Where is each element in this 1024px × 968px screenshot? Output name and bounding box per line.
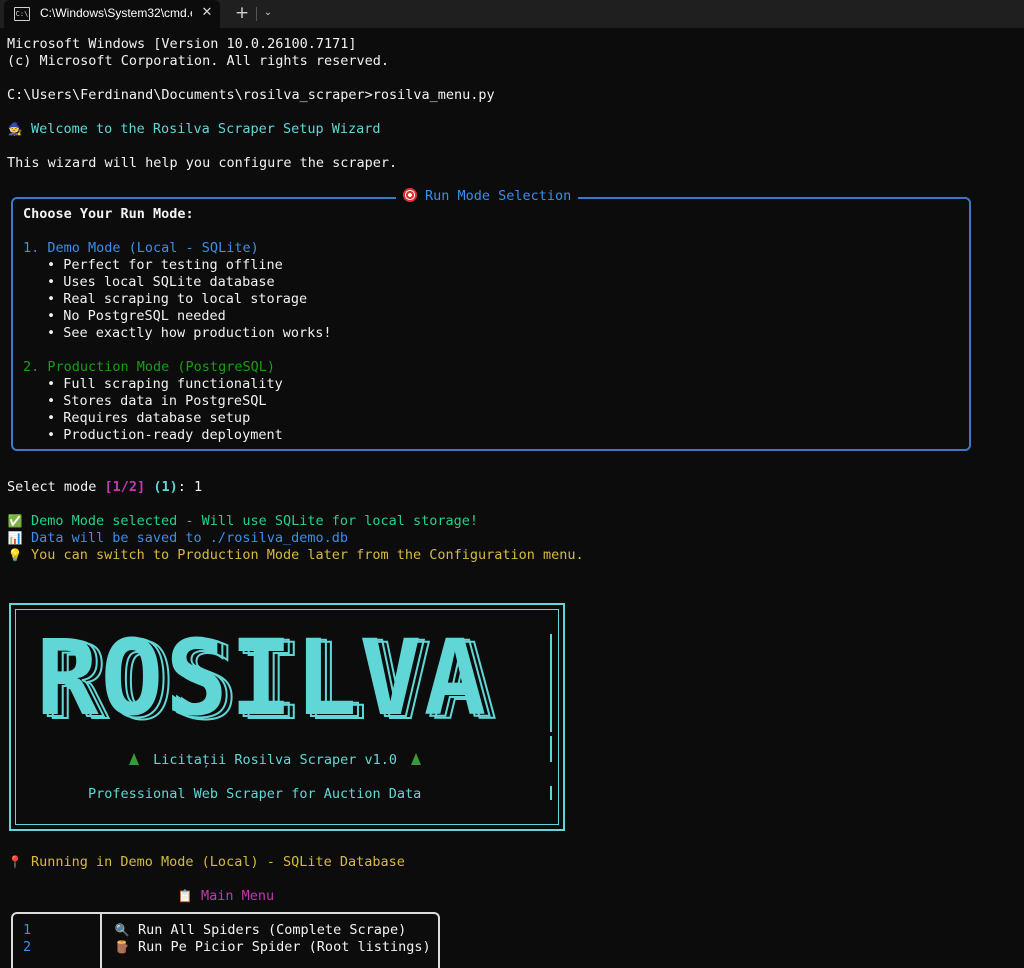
menu-item-label: Run Pe Picior Spider (Root listings) [138, 939, 431, 955]
tab-separator [256, 7, 257, 21]
main-menu-divider [100, 912, 102, 968]
demo-bullet: • Real scraping to local storage [47, 291, 308, 307]
main-menu-title: 📋 Main Menu [177, 888, 275, 905]
new-tab-button[interactable]: + [232, 3, 252, 23]
banner-title-text: Licitații Rosilva Scraper v1.0 [153, 752, 397, 768]
close-tab-icon[interactable]: ✕ [198, 3, 216, 23]
tree-icon [411, 753, 422, 765]
banner-rail [550, 736, 552, 762]
clipboard-icon: 📋 [177, 889, 193, 903]
banner-subtitle: Professional Web Scraper for Auction Dat… [88, 786, 422, 802]
banner-rail [550, 634, 552, 732]
log-icon: 🪵 [114, 940, 130, 954]
demo-bullet: • Uses local SQLite database [47, 274, 275, 290]
rosilva-logo: ROSILVA ROSILVA ROSILVA [36, 626, 497, 735]
banner-title: Licitații Rosilva Scraper v1.0 [123, 752, 427, 769]
wizard-icon: 🧙 [7, 122, 23, 136]
tree-icon [129, 753, 139, 765]
menu-item-run-pe-picior-spider[interactable]: 🪵 Run Pe Picior Spider (Root listings) [114, 939, 431, 956]
dropdown-chevron-icon[interactable]: ⌄ [259, 3, 277, 23]
tip-text: You can switch to Production Mode later … [31, 547, 584, 563]
data-saved-message: 📊 Data will be saved to ./rosilva_demo.db [7, 530, 348, 547]
run-mode-heading: Choose Your Run Mode: [23, 206, 194, 222]
data-saved-text: Data will be saved to ./rosilva_demo.db [31, 530, 348, 546]
run-mode-panel-title: Run Mode Selection [396, 188, 579, 205]
select-mode-prompt[interactable]: Select mode [1/2] (1): 1 [7, 479, 202, 496]
demo-selected-text: Demo Mode selected - Will use SQLite for… [31, 513, 479, 529]
production-bullet: • Full scraping functionality [47, 376, 283, 392]
target-icon [403, 188, 417, 202]
demo-mode-title: 1. Demo Mode (Local - SQLite) [23, 240, 259, 256]
tab-title: C:\Windows\System32\cmd.e [40, 6, 192, 20]
checkmark-icon: ✅ [7, 514, 23, 528]
demo-bullet: • See exactly how production works! [47, 325, 332, 341]
lightbulb-icon: 💡 [7, 548, 23, 562]
welcome-text: Welcome to the Rosilva Scraper Setup Wiz… [31, 121, 381, 137]
demo-bullet: • Perfect for testing offline [47, 257, 283, 273]
run-status-text: Running in Demo Mode (Local) - SQLite Da… [31, 854, 405, 870]
menu-item-number: 1 [23, 922, 32, 938]
menu-item-run-all-spiders[interactable]: 🔍 Run All Spiders (Complete Scrape) [114, 922, 407, 939]
production-bullet: • Production-ready deployment [47, 427, 283, 443]
select-mode-answer: 1 [193, 479, 203, 495]
tip-message: 💡 You can switch to Production Mode later… [7, 547, 584, 564]
cmd-icon: C:\ [14, 7, 30, 21]
select-mode-label: Select mode [7, 479, 105, 495]
production-mode-title: 2. Production Mode (PostgreSQL) [23, 359, 275, 375]
panel-title-text: Run Mode Selection [425, 188, 572, 204]
production-bullet: • Requires database setup [47, 410, 251, 426]
pin-icon: 📍 [7, 855, 23, 869]
select-mode-colon: : [177, 479, 194, 495]
intro-text: This wizard will help you configure the … [7, 155, 398, 171]
menu-item-number: 2 [23, 939, 32, 955]
demo-selected-message: ✅ Demo Mode selected - Will use SQLite fo… [7, 513, 479, 530]
banner-rail [550, 786, 552, 800]
production-bullet: • Stores data in PostgreSQL [47, 393, 267, 409]
logo-text: ROSILVA [36, 617, 489, 739]
terminal-tab[interactable]: C:\ C:\Windows\System32\cmd.e ✕ [4, 0, 220, 28]
run-status: 📍 Running in Demo Mode (Local) - SQLite D… [7, 854, 405, 871]
console-header-version: Microsoft Windows [Version 10.0.26100.71… [7, 36, 357, 52]
menu-item-label: Run All Spiders (Complete Scrape) [138, 922, 407, 938]
magnifier-icon: 🔍 [114, 923, 130, 937]
main-menu-title-text: Main Menu [201, 888, 275, 904]
console-header-copyright: (c) Microsoft Corporation. All rights re… [7, 53, 390, 69]
select-mode-default: (1) [145, 479, 178, 495]
select-mode-choices: [1/2] [104, 479, 146, 495]
title-bar: C:\ C:\Windows\System32\cmd.e ✕ + ⌄ [0, 0, 1024, 28]
chart-icon: 📊 [7, 531, 23, 545]
command-prompt: C:\Users\Ferdinand\Documents\rosilva_scr… [7, 87, 495, 103]
welcome-line: 🧙 Welcome to the Rosilva Scraper Setup Wi… [7, 121, 381, 138]
demo-bullet: • No PostgreSQL needed [47, 308, 226, 324]
